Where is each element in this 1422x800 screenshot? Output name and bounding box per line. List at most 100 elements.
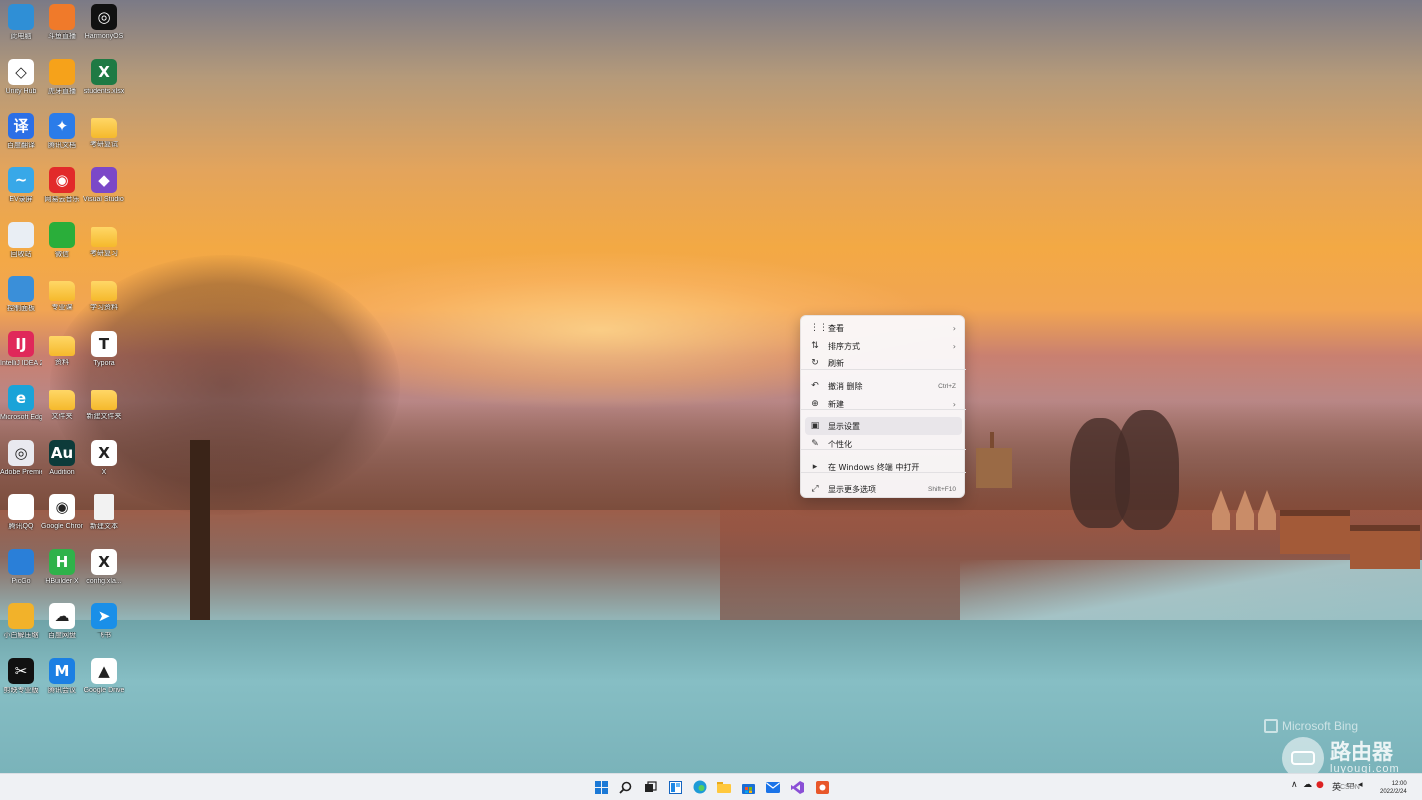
- folder-icon: [717, 782, 731, 793]
- view-icon: ⋮⋮: [810, 323, 828, 333]
- desktop-icon[interactable]: ◇ Unity Hub: [0, 59, 42, 96]
- desktop-icon[interactable]: ▲ Google Drive: [83, 658, 125, 695]
- task-view-button[interactable]: [642, 779, 658, 795]
- desktop-icon-label: students.xlsx: [83, 88, 125, 95]
- desktop-icon-label: 考研复习: [90, 250, 118, 257]
- desktop-icon[interactable]: 资料: [41, 331, 83, 367]
- desktop-icon[interactable]: ~ EV录屏: [0, 167, 42, 204]
- desktop-icon[interactable]: e Microsoft Edge: [0, 385, 42, 422]
- desktop-icon[interactable]: Xstudents.xlsx: [83, 59, 125, 96]
- desktop-icon[interactable]: 虎牙直播: [41, 59, 83, 96]
- file-explorer-button[interactable]: [716, 779, 732, 795]
- desktop-icon[interactable]: 控制面板: [0, 276, 42, 313]
- folder-icon: [91, 227, 117, 247]
- app-icon: [8, 603, 34, 629]
- desktop-icon[interactable]: ☁ 百度网盘: [41, 603, 83, 640]
- menu-item-display-settings[interactable]: ▣ 显示设置: [805, 417, 962, 435]
- desktop-icon[interactable]: 新建文件夹: [83, 385, 125, 421]
- desktop-icon-label: 腾讯文档: [48, 142, 76, 149]
- more-options-icon: ⤢: [811, 484, 819, 494]
- desktop-icon[interactable]: ◉ Google Chrome: [41, 494, 83, 531]
- store-button[interactable]: [740, 779, 756, 795]
- desktop-icon[interactable]: 学习资料: [83, 276, 125, 312]
- menu-item-show-more-options[interactable]: ⤢ 显示更多选项 Shift+F10: [805, 480, 962, 498]
- desktop-icon[interactable]: Au Audition: [41, 440, 83, 477]
- desktop-icon[interactable]: PicGo: [0, 549, 42, 586]
- desktop-icon[interactable]: H HBuilder X: [41, 549, 83, 586]
- app-icon: ➤: [91, 603, 117, 629]
- desktop-icon-label: 小白解压缩: [3, 632, 39, 639]
- desktop-icon[interactable]: 斗鱼直播: [41, 4, 83, 41]
- desktop-icon[interactable]: ◉ 网易云音乐: [41, 167, 83, 204]
- onedrive-icon[interactable]: ☁: [1303, 780, 1312, 790]
- desktop-icon-label: 斗鱼直播: [48, 33, 76, 40]
- desktop-icon-label: 回收站: [10, 251, 32, 258]
- menu-item-personalize[interactable]: ✎ 个性化: [805, 435, 962, 453]
- app-icon: 译: [8, 113, 34, 139]
- desktop-icon[interactable]: 此电脑: [0, 4, 42, 41]
- qq-tray-icon[interactable]: ●: [1316, 780, 1324, 790]
- mail-icon: [766, 781, 780, 793]
- desktop-icon[interactable]: 文件夹: [41, 385, 83, 421]
- desktop-icon[interactable]: XX: [83, 440, 125, 477]
- app-icon: X: [91, 440, 117, 466]
- menu-separator: [801, 472, 966, 473]
- edge-taskbar-button[interactable]: [692, 779, 708, 795]
- desktop-icon-label: 微信: [55, 251, 69, 258]
- tray-overflow-icon[interactable]: ∧: [1291, 780, 1298, 790]
- desktop-wallpaper[interactable]: [0, 0, 1422, 773]
- desktop-icon[interactable]: M 腾讯会议: [41, 658, 83, 695]
- desktop-icon[interactable]: ◎ HarmonyOS: [83, 4, 125, 41]
- desktop-icon[interactable]: 译百度翻译: [0, 113, 42, 150]
- search-button[interactable]: [617, 779, 633, 795]
- desktop-icon[interactable]: 新建文本: [83, 494, 125, 531]
- menu-separator: [801, 409, 966, 410]
- app-icon: [8, 4, 34, 30]
- clock[interactable]: 12:00 2022/2/24: [1380, 780, 1407, 796]
- desktop-icon[interactable]: 考研复习: [83, 222, 125, 258]
- wallpaper-tree: [1115, 410, 1179, 530]
- widgets-button[interactable]: [667, 779, 683, 795]
- windows-logo-icon: [594, 780, 608, 794]
- desktop-icon[interactable]: 回收站: [0, 222, 42, 259]
- search-icon: [618, 781, 631, 794]
- app-icon: IJ: [8, 331, 34, 357]
- desktop-icon-label: 虎牙直播: [48, 88, 76, 95]
- desktop-icon[interactable]: T Typora: [83, 331, 125, 368]
- bing-logo-icon: [1264, 719, 1278, 733]
- desktop-icon[interactable]: ◎ Adobe Premiere: [0, 440, 42, 477]
- desktop-icon[interactable]: ◆ Visual Studio 2022: [83, 167, 125, 204]
- desktop-icon-label: Unity Hub: [5, 88, 37, 95]
- desktop-icon[interactable]: 小白解压缩: [0, 603, 42, 640]
- desktop-icon[interactable]: ✂ 剪映专业版: [0, 658, 42, 695]
- app-icon: ◉: [49, 494, 75, 520]
- orange-app-icon: [815, 780, 829, 794]
- visual-studio-button[interactable]: [789, 779, 805, 795]
- menu-item-view[interactable]: ⋮⋮ 查看 ›: [805, 319, 962, 337]
- desktop-icon[interactable]: ✦ 腾讯文档: [41, 113, 83, 150]
- desktop-icon[interactable]: IJ IntelliJ IDEA 2021.3.2: [0, 331, 42, 368]
- taskbar: ∧ ☁ ● 英 ▭ ◂ 12:00 2022/2/24: [0, 773, 1422, 800]
- desktop-icon[interactable]: 微信: [41, 222, 83, 259]
- desktop-icon-label: config.xla...: [86, 578, 122, 585]
- menu-item-open-in-terminal[interactable]: ▸ 在 Windows 终端 中打开: [805, 458, 962, 476]
- app-icon: e: [8, 385, 34, 411]
- app-taskbar-button[interactable]: [814, 779, 830, 795]
- menu-item-label: 显示设置: [828, 421, 860, 431]
- menu-item-label: 个性化: [828, 439, 852, 449]
- menu-item-sort-by[interactable]: ⇅ 排序方式 ›: [805, 337, 962, 355]
- desktop-icon[interactable]: 考研复试: [83, 113, 125, 149]
- desktop-icon-label: 控制面板: [7, 305, 35, 312]
- menu-item-new[interactable]: ⊕ 新建 ›: [805, 395, 962, 413]
- desktop-icon[interactable]: ➤ 飞书: [83, 603, 125, 640]
- desktop-icon[interactable]: 腾讯QQ: [0, 494, 42, 531]
- folder-icon: [91, 118, 117, 138]
- start-button[interactable]: [593, 779, 609, 795]
- desktop-icon[interactable]: 专业课: [41, 276, 83, 312]
- desktop-icon-label: 考研复试: [90, 141, 118, 148]
- desktop-icon[interactable]: Xconfig.xla...: [83, 549, 125, 586]
- menu-item-undo-delete[interactable]: ↶ 撤消 删除 Ctrl+Z: [805, 377, 962, 395]
- file-icon: [94, 494, 114, 520]
- mail-button[interactable]: [765, 779, 781, 795]
- desktop-icon-label: 资料: [55, 359, 69, 366]
